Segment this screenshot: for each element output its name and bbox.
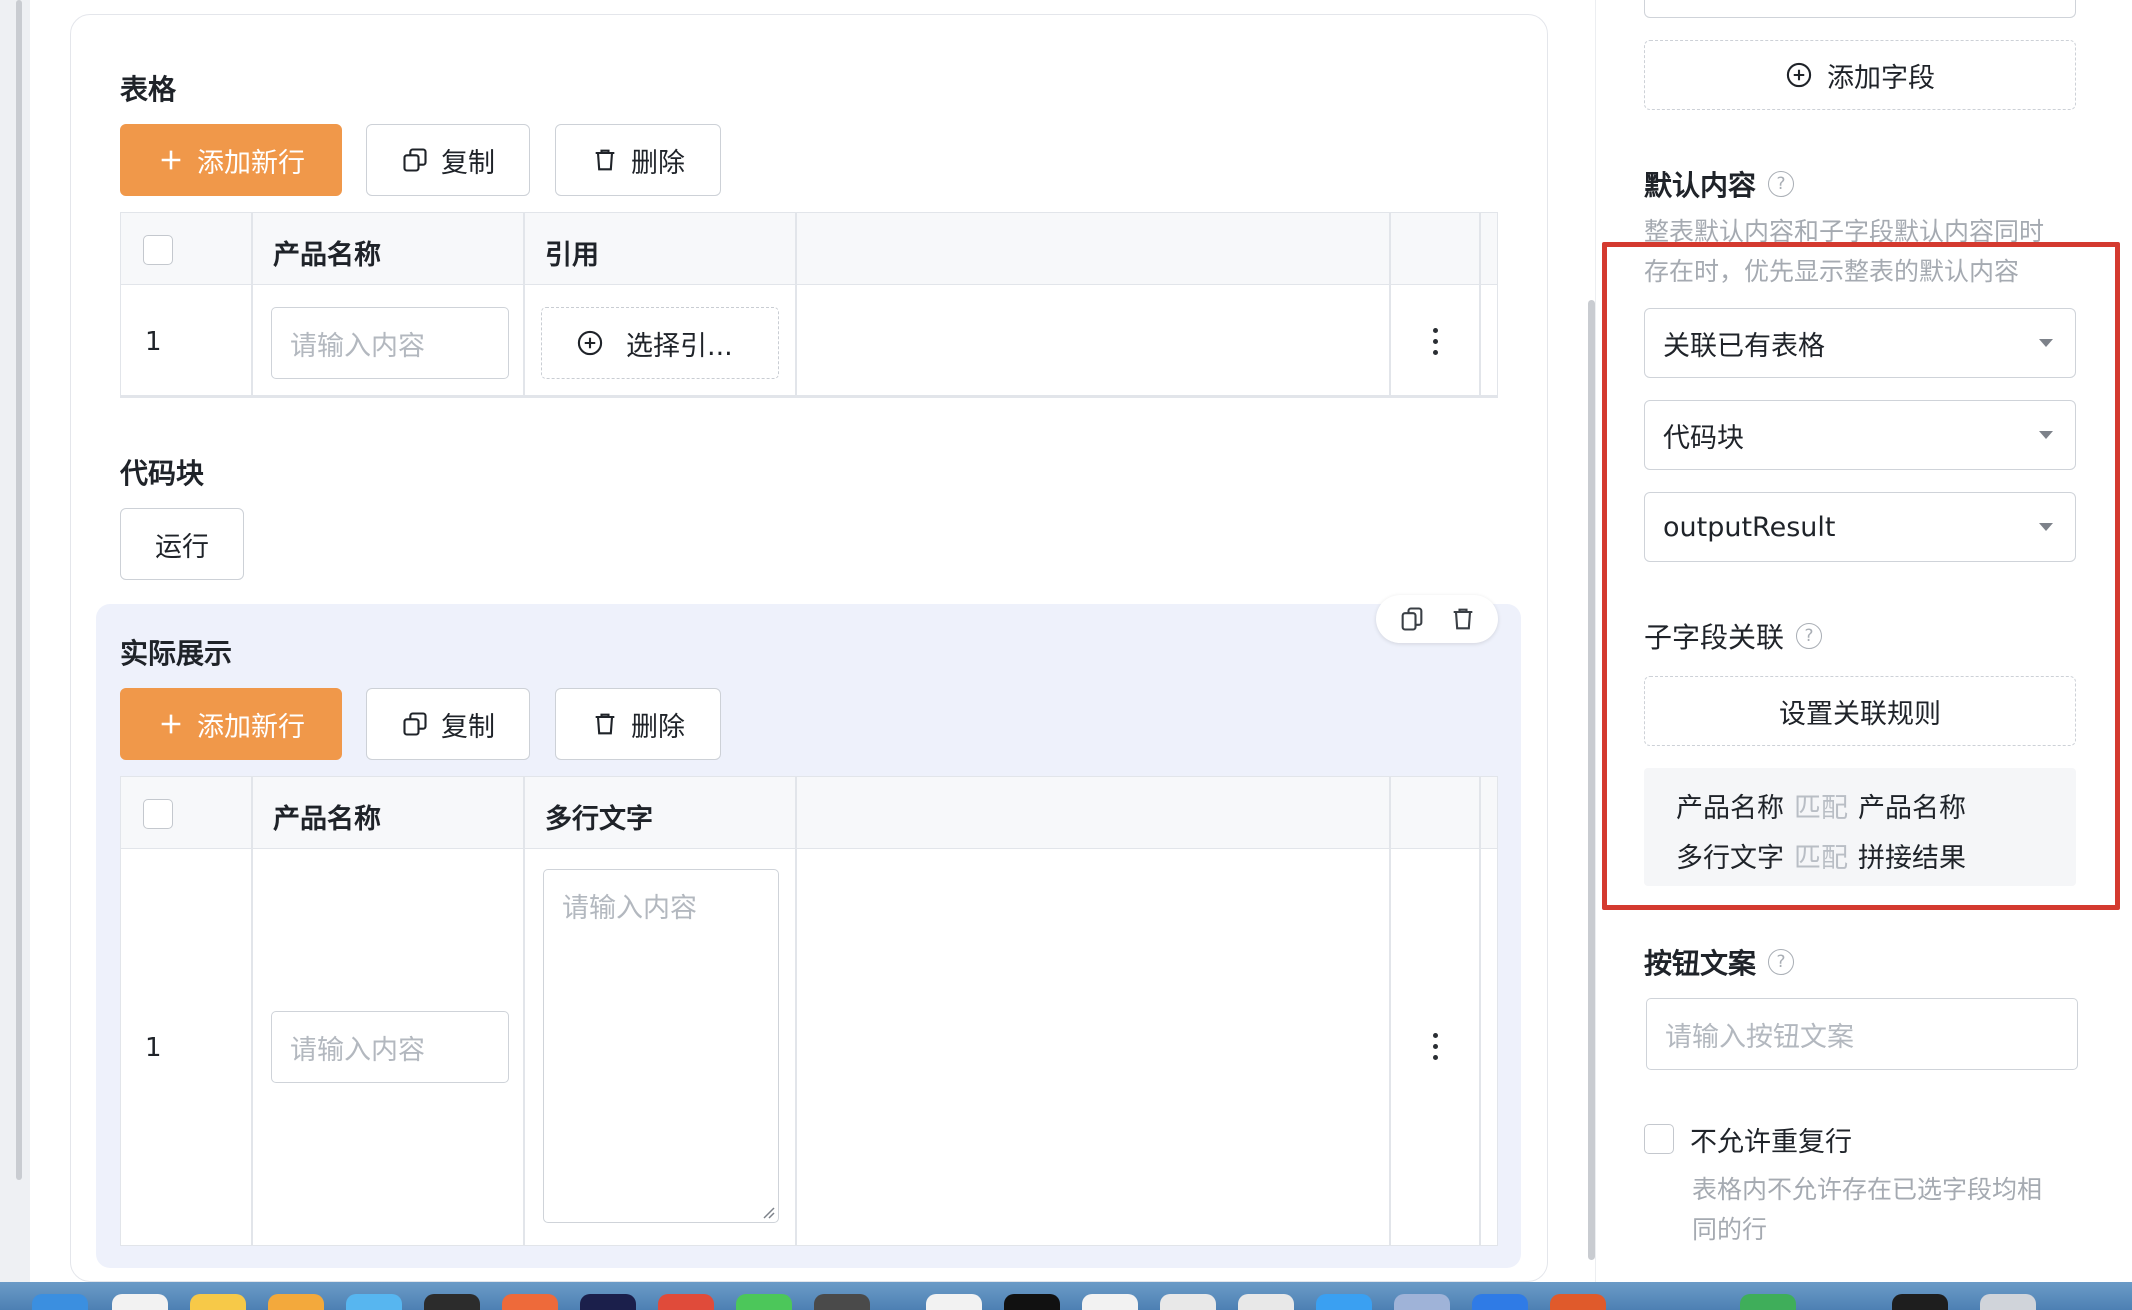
highlight-box xyxy=(1602,242,2120,910)
select-reference-button[interactable]: 选择引... xyxy=(541,307,779,379)
preview-header-multiline: 多行文字 xyxy=(545,804,653,835)
preview-copy-label: 复制 xyxy=(441,711,495,743)
row-number: 1 xyxy=(145,327,162,357)
preview-copy-button[interactable]: 复制 xyxy=(366,688,530,760)
dock-app-icon[interactable] xyxy=(32,1294,88,1310)
button-text-label: 按钮文案 ? xyxy=(1644,942,1795,982)
preview-delete-button[interactable]: 删除 xyxy=(555,688,721,760)
header-product-name: 产品名称 xyxy=(273,240,381,271)
delete-label: 删除 xyxy=(631,147,685,179)
dock-app-icon[interactable] xyxy=(658,1294,714,1310)
dock-app-icon[interactable] xyxy=(1472,1294,1528,1310)
dock-app-icon[interactable] xyxy=(1550,1294,1606,1310)
resize-handle-icon[interactable] xyxy=(761,1205,775,1219)
copy-icon[interactable] xyxy=(1398,605,1426,633)
no-duplicate-label: 不允许重复行 xyxy=(1690,1127,1852,1158)
dock-app-icon[interactable] xyxy=(112,1294,168,1310)
dock-app-icon[interactable] xyxy=(1740,1294,1796,1310)
code-section-title: 代码块 xyxy=(120,457,205,490)
default-content-label: 默认内容 ? xyxy=(1644,164,1795,204)
dock-app-icon[interactable] xyxy=(736,1294,792,1310)
dock-app-icon[interactable] xyxy=(1160,1294,1216,1310)
dock-app-icon[interactable] xyxy=(1238,1294,1294,1310)
left-scrollbar[interactable] xyxy=(16,0,22,1180)
plus-circle-icon xyxy=(1786,62,1812,88)
add-row-button[interactable]: 添加新行 xyxy=(120,124,342,196)
dock-app-icon[interactable] xyxy=(1316,1294,1372,1310)
delete-button[interactable]: 删除 xyxy=(555,124,721,196)
no-duplicate-checkbox[interactable] xyxy=(1644,1124,1674,1154)
add-row-label: 添加新行 xyxy=(197,147,305,179)
preview-select-all-checkbox[interactable] xyxy=(143,799,173,829)
data-table: 产品名称 引用 1 请输入内容 选择引... xyxy=(120,212,1498,398)
button-text-input[interactable]: 请输入按钮文案 xyxy=(1646,998,2078,1070)
preview-header-product-name: 产品名称 xyxy=(273,804,381,835)
trash-icon xyxy=(595,149,615,171)
header-reference: 引用 xyxy=(545,240,599,271)
plus-circle-icon xyxy=(577,330,603,356)
table-section-title: 表格 xyxy=(120,73,177,106)
button-text-text: 按钮文案 xyxy=(1644,947,1757,980)
copy-button[interactable]: 复制 xyxy=(366,124,530,196)
dock-app-icon[interactable] xyxy=(1980,1294,2036,1310)
copy-label: 复制 xyxy=(441,147,495,179)
add-field-button[interactable]: 添加字段 xyxy=(1644,40,2076,110)
trash-icon[interactable] xyxy=(1449,605,1477,633)
panel-scrollbar[interactable] xyxy=(1588,300,1595,1260)
preview-toolbar xyxy=(1376,595,1498,643)
preview-section-title: 实际展示 xyxy=(120,637,233,670)
dock-app-icon[interactable] xyxy=(268,1294,324,1310)
no-duplicate-hint-1: 表格内不允许存在已选字段均相 xyxy=(1692,1175,2043,1204)
dock-app-icon[interactable] xyxy=(190,1294,246,1310)
add-field-label: 添加字段 xyxy=(1827,62,1935,94)
preview-row-more-icon[interactable] xyxy=(1431,1033,1439,1060)
select-reference-label: 选择引... xyxy=(626,330,733,362)
select-all-checkbox[interactable] xyxy=(143,235,173,265)
dock-app-icon[interactable] xyxy=(424,1294,480,1310)
left-scroll-strip xyxy=(0,0,30,1282)
preview-table: 产品名称 多行文字 1 请输入内容 请输入内容 xyxy=(120,776,1498,1246)
dock-app-icon[interactable] xyxy=(502,1294,558,1310)
default-content-text: 默认内容 xyxy=(1644,169,1757,202)
preview-product-name-input[interactable]: 请输入内容 xyxy=(271,1011,509,1083)
dock-app-icon[interactable] xyxy=(1394,1294,1450,1310)
row-more-icon[interactable] xyxy=(1431,328,1439,355)
field-input-top[interactable] xyxy=(1644,0,2076,18)
plus-icon xyxy=(161,714,181,734)
trash-icon xyxy=(595,713,615,735)
dock-app-icon[interactable] xyxy=(580,1294,636,1310)
no-duplicate-hint-2: 同的行 xyxy=(1692,1215,1768,1244)
dock-app-icon[interactable] xyxy=(814,1294,870,1310)
copy-icon xyxy=(403,148,427,172)
copy-icon xyxy=(403,712,427,736)
preview-multiline-textarea[interactable]: 请输入内容 xyxy=(543,869,779,1223)
preview-row-number: 1 xyxy=(145,1033,162,1063)
dock-app-icon[interactable] xyxy=(346,1294,402,1310)
help-icon[interactable]: ? xyxy=(1768,171,1795,197)
dock-app-icon[interactable] xyxy=(1004,1294,1060,1310)
run-button[interactable]: 运行 xyxy=(120,508,244,580)
preview-add-row-button[interactable]: 添加新行 xyxy=(120,688,342,760)
run-label: 运行 xyxy=(155,531,209,563)
dock-app-icon[interactable] xyxy=(1892,1294,1948,1310)
plus-icon xyxy=(161,150,181,170)
product-name-input[interactable]: 请输入内容 xyxy=(271,307,509,379)
help-icon[interactable]: ? xyxy=(1768,949,1795,975)
dock-app-icon[interactable] xyxy=(926,1294,982,1310)
preview-delete-label: 删除 xyxy=(631,711,685,743)
dock-app-icon[interactable] xyxy=(1082,1294,1138,1310)
preview-add-row-label: 添加新行 xyxy=(197,711,305,743)
